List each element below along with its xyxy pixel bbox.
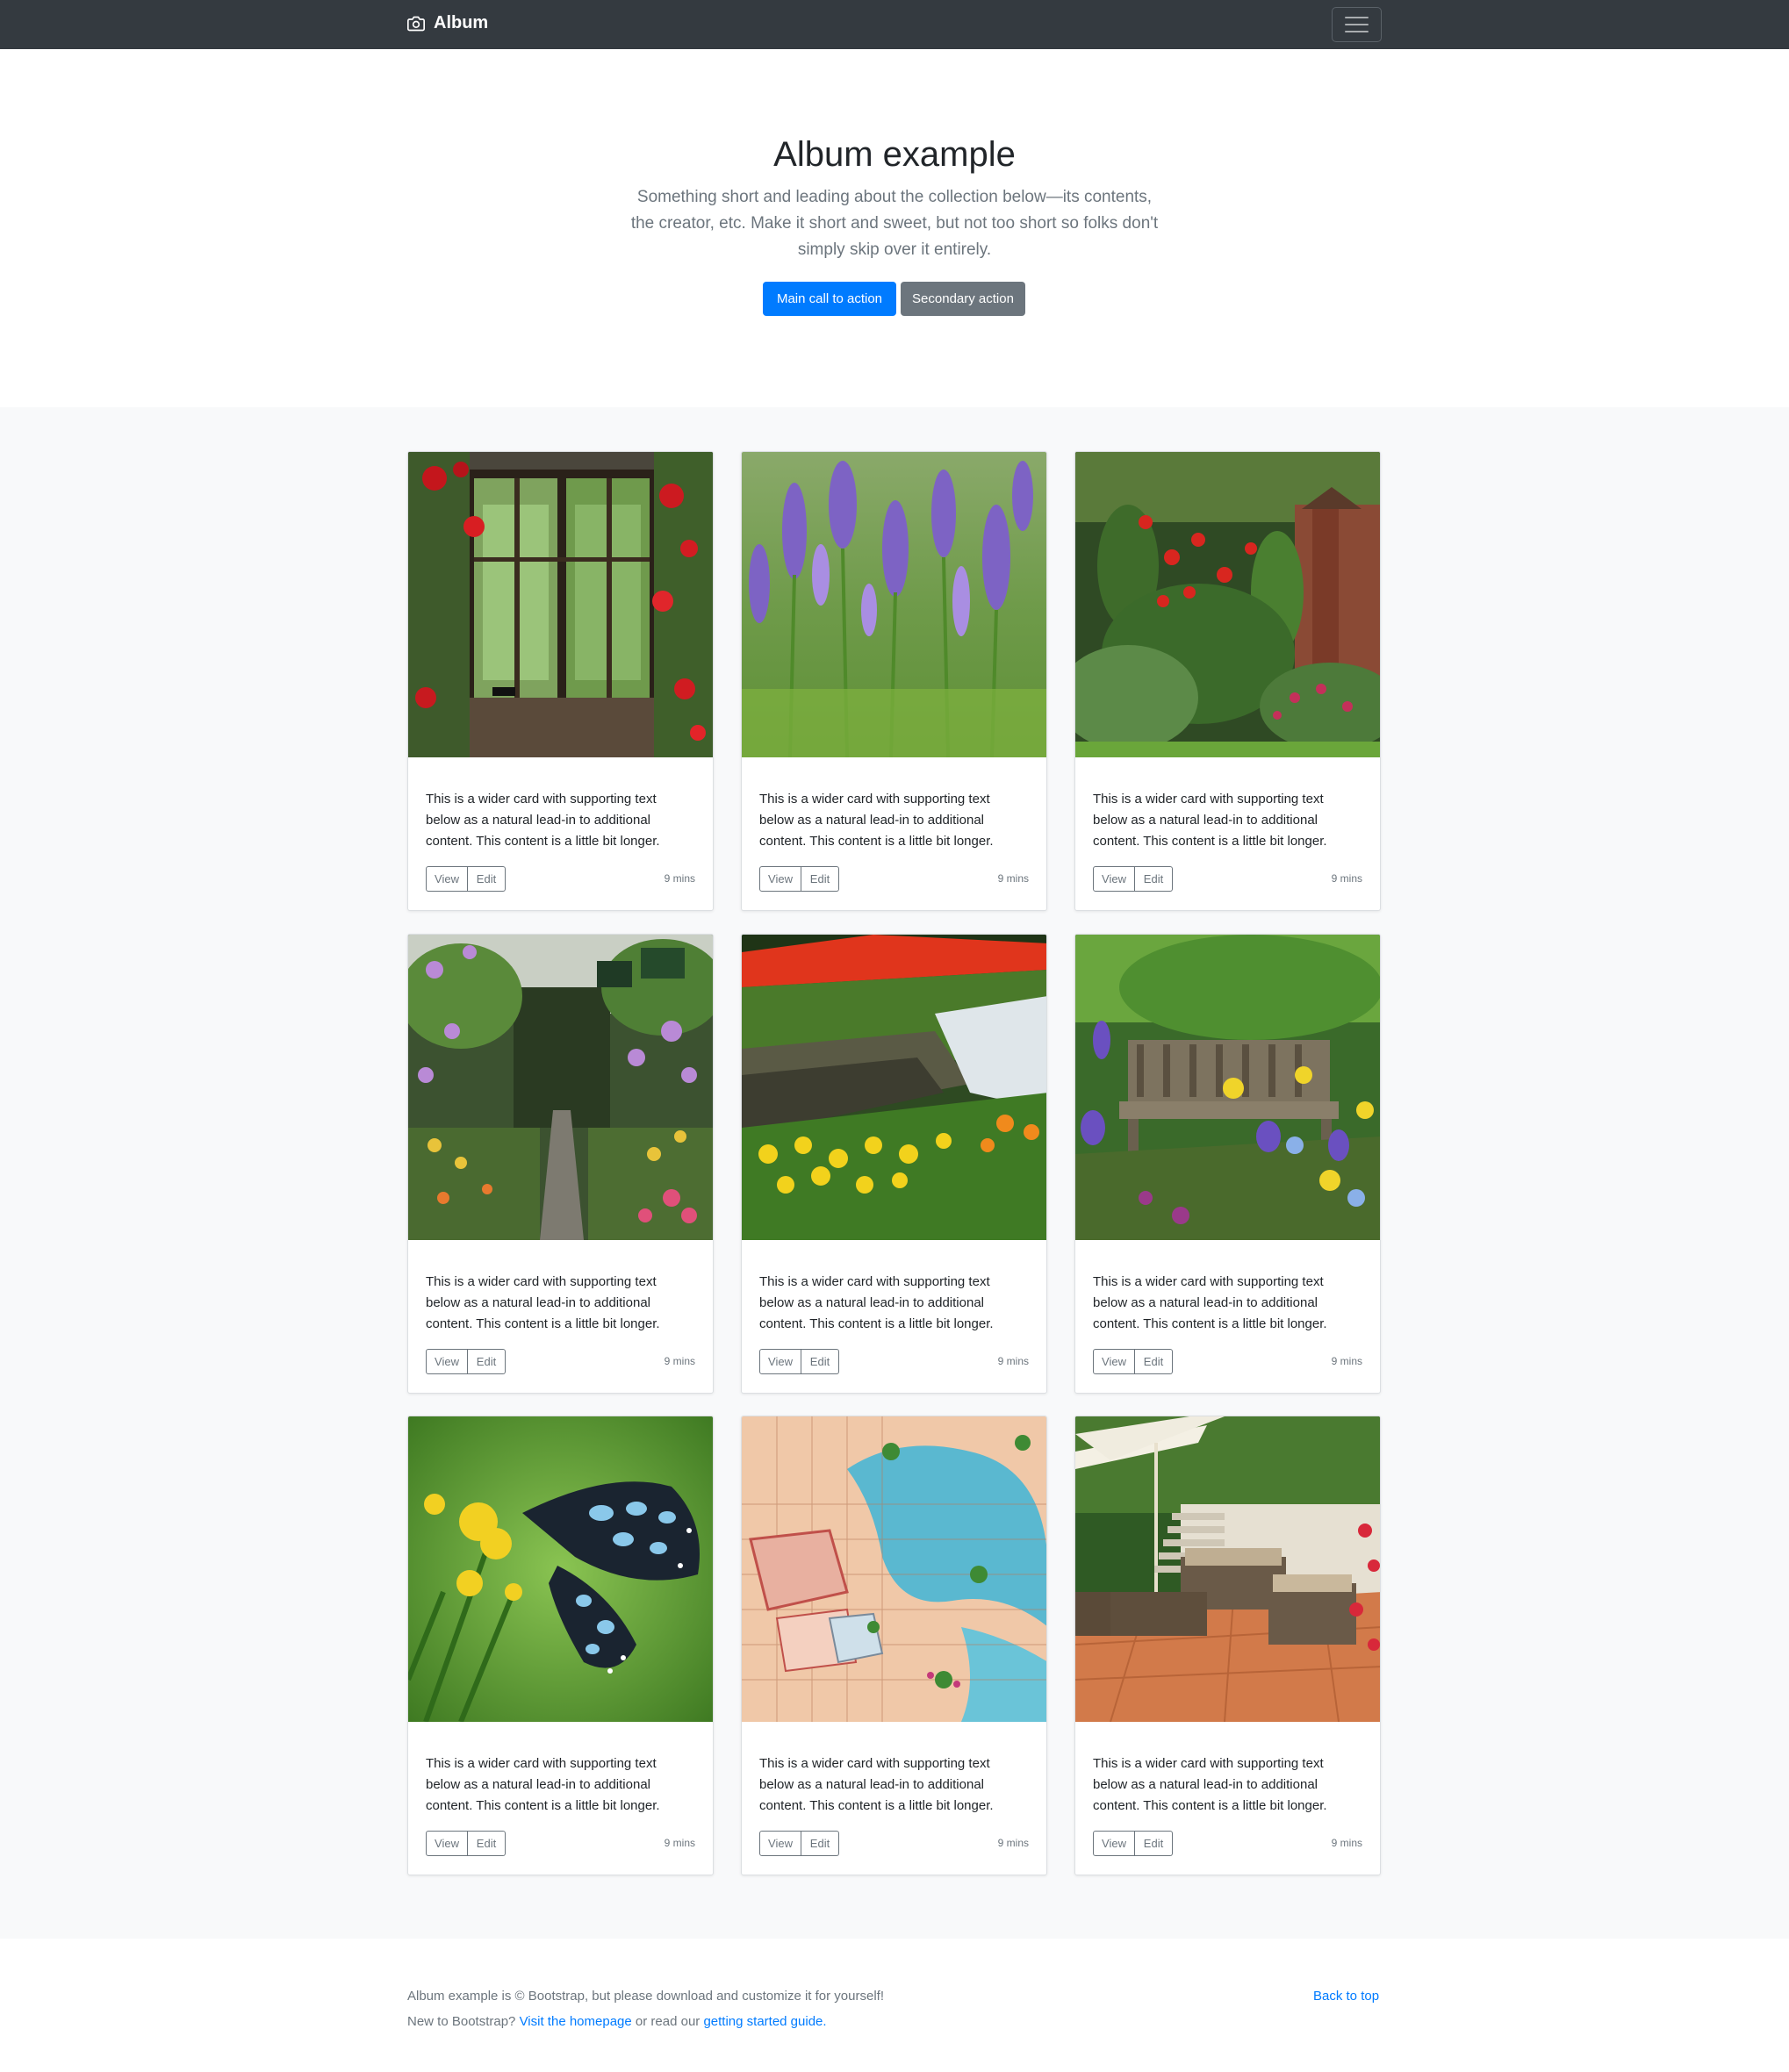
card-time: 9 mins	[997, 872, 1029, 885]
brand-label: Album	[434, 13, 489, 32]
card-text: This is a wider card with supporting tex…	[426, 1274, 660, 1331]
card-text: This is a wider card with supporting tex…	[1093, 1756, 1327, 1813]
album-card: This is a wider card with supporting tex…	[407, 934, 714, 1394]
edit-button[interactable]: Edit	[1135, 1831, 1173, 1856]
view-button[interactable]: View	[759, 1831, 801, 1856]
edit-button[interactable]: Edit	[468, 1831, 506, 1856]
card-time: 9 mins	[1331, 1355, 1362, 1367]
card-time: 9 mins	[664, 1837, 695, 1849]
card-text: This is a wider card with supporting tex…	[1093, 1274, 1327, 1331]
card-time: 9 mins	[1331, 872, 1362, 885]
album-card: This is a wider card with supporting tex…	[1074, 934, 1381, 1394]
navbar-toggler-button[interactable]	[1332, 7, 1382, 42]
album-card: This is a wider card with supporting tex…	[407, 1416, 714, 1875]
jumbotron: Album example Something short and leadin…	[0, 49, 1789, 407]
card-button-group: View Edit	[426, 1831, 506, 1856]
lead-text: Something short and leading about the co…	[630, 188, 1159, 259]
view-button[interactable]: View	[1093, 1349, 1135, 1374]
card-button-group: View Edit	[1093, 866, 1173, 892]
card-image	[1075, 452, 1380, 757]
footer-prefix: New to Bootstrap?	[407, 2014, 516, 2029]
secondary-action-button[interactable]: Secondary action	[901, 282, 1025, 316]
view-button[interactable]: View	[1093, 866, 1135, 892]
card-time: 9 mins	[997, 1837, 1029, 1849]
view-button[interactable]: View	[426, 1831, 468, 1856]
album-grid: This is a wider card with supporting tex…	[0, 407, 1789, 1939]
footer-links-line: New to Bootstrap? Visit the homepage or …	[407, 2014, 827, 2029]
card-text: This is a wider card with supporting tex…	[759, 792, 994, 849]
card-image	[742, 935, 1046, 1240]
card-text: This is a wider card with supporting tex…	[426, 1756, 660, 1813]
main-call-to-action-button[interactable]: Main call to action	[763, 282, 896, 316]
card-image	[1075, 935, 1380, 1240]
card-text: This is a wider card with supporting tex…	[426, 792, 660, 849]
edit-button[interactable]: Edit	[801, 1349, 839, 1374]
edit-button[interactable]: Edit	[801, 866, 839, 892]
card-button-group: View Edit	[1093, 1349, 1173, 1374]
card-text: This is a wider card with supporting tex…	[759, 1274, 994, 1331]
album-card: This is a wider card with supporting tex…	[1074, 1416, 1381, 1875]
footer-copyright: Album example is © Bootstrap, but please…	[407, 1989, 884, 2004]
card-image	[1075, 1416, 1380, 1722]
view-button[interactable]: View	[426, 866, 468, 892]
card-image	[408, 1416, 713, 1722]
card-image	[742, 1416, 1046, 1722]
view-button[interactable]: View	[759, 866, 801, 892]
footer-middle: or read our	[635, 2014, 701, 2029]
card-button-group: View Edit	[759, 866, 839, 892]
edit-button[interactable]: Edit	[468, 1349, 506, 1374]
view-button[interactable]: View	[1093, 1831, 1135, 1856]
homepage-link[interactable]: Visit the homepage	[520, 2014, 632, 2029]
card-button-group: View Edit	[426, 866, 506, 892]
card-button-group: View Edit	[759, 1349, 839, 1374]
card-image	[408, 452, 713, 757]
card-button-group: View Edit	[759, 1831, 839, 1856]
view-button[interactable]: View	[759, 1349, 801, 1374]
card-time: 9 mins	[664, 872, 695, 885]
hamburger-menu-icon	[1345, 17, 1369, 18]
footer: Album example is © Bootstrap, but please…	[0, 1939, 1789, 2072]
camera-icon	[407, 16, 425, 31]
getting-started-link[interactable]: getting started guide.	[703, 2014, 826, 2029]
edit-button[interactable]: Edit	[801, 1831, 839, 1856]
card-text: This is a wider card with supporting tex…	[759, 1756, 994, 1813]
album-card: This is a wider card with supporting tex…	[741, 1416, 1047, 1875]
edit-button[interactable]: Edit	[1135, 1349, 1173, 1374]
card-button-group: View Edit	[426, 1349, 506, 1374]
back-to-top-link[interactable]: Back to top	[1313, 1989, 1379, 2004]
navbar: Album	[0, 0, 1789, 49]
album-card: This is a wider card with supporting tex…	[741, 934, 1047, 1394]
edit-button[interactable]: Edit	[468, 866, 506, 892]
album-card: This is a wider card with supporting tex…	[1074, 451, 1381, 911]
card-image	[742, 452, 1046, 757]
card-image	[408, 935, 713, 1240]
album-card: This is a wider card with supporting tex…	[407, 451, 714, 911]
album-card: This is a wider card with supporting tex…	[741, 451, 1047, 911]
view-button[interactable]: View	[426, 1349, 468, 1374]
edit-button[interactable]: Edit	[1135, 866, 1173, 892]
card-text: This is a wider card with supporting tex…	[1093, 792, 1327, 849]
card-time: 9 mins	[664, 1355, 695, 1367]
card-time: 9 mins	[997, 1355, 1029, 1367]
brand-link[interactable]: Album	[407, 13, 488, 33]
page-title: Album example	[773, 135, 1016, 174]
card-button-group: View Edit	[1093, 1831, 1173, 1856]
card-time: 9 mins	[1331, 1837, 1362, 1849]
